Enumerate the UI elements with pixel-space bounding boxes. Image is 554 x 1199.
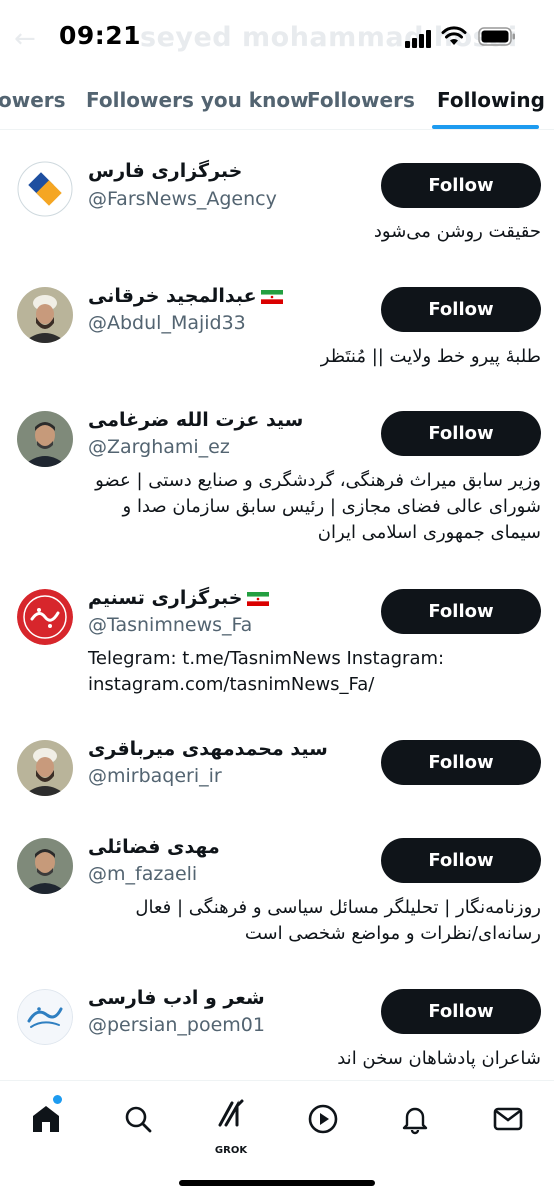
follow-button[interactable]: Follow <box>381 163 541 208</box>
nav-grok[interactable]: GROK <box>211 1099 251 1156</box>
account-handle: @FarsNews_Agency <box>88 188 277 210</box>
follow-button[interactable]: Follow <box>381 411 541 456</box>
account-handle: @Zarghami_ez <box>88 436 230 458</box>
cleric-photo <box>17 287 73 343</box>
account-name: شعر و ادب فارسی <box>88 987 265 1009</box>
account-name: سید محمدمهدی میرباقری <box>88 738 328 760</box>
back-arrow-icon[interactable]: ← <box>14 24 36 54</box>
iran-flag-icon <box>246 591 269 606</box>
wifi-icon <box>441 26 467 45</box>
grok-label: GROK <box>214 1145 248 1156</box>
account-name-wrap: سید محمدمهدی میرباقری <box>88 738 328 760</box>
following-list: خبرگزاری فارس @FarsNews_Agency Follow حقیقت… <box>0 131 554 1080</box>
account-handle: @m_fazaeli <box>88 863 198 885</box>
account-bio: شاعران پادشاهان سخن اند <box>337 1048 541 1069</box>
tab-followers-you-know[interactable]: Followers you know <box>86 88 309 112</box>
avatar[interactable] <box>17 838 73 894</box>
account-bio: Telegram: t.me/TasnimNews Instagram: ins… <box>88 648 445 695</box>
follow-button[interactable]: Follow <box>381 740 541 785</box>
avatar[interactable] <box>17 740 73 796</box>
account-handle: @persian_poem01 <box>88 1014 265 1036</box>
follow-button[interactable]: Follow <box>381 838 541 883</box>
account-bio: وزیر سابق میراث فرهنگی، گردشگری و صنایع … <box>95 470 541 543</box>
home-icon <box>33 1106 59 1132</box>
account-handle: @mirbaqeri_ir <box>88 765 222 787</box>
account-bio: حقیقت روشن می‌شود <box>373 221 541 242</box>
tab-followers[interactable]: Followers <box>307 88 415 112</box>
man-photo <box>17 411 73 467</box>
battery-icon <box>478 27 515 46</box>
follow-button[interactable]: Follow <box>381 989 541 1034</box>
nav-notifications[interactable] <box>395 1099 435 1139</box>
tab-verified-followers[interactable]: owers <box>0 88 66 112</box>
cellular-signal-icon <box>405 30 433 48</box>
avatar[interactable] <box>17 989 73 1045</box>
nav-search[interactable] <box>118 1099 158 1139</box>
nav-video[interactable] <box>303 1099 343 1139</box>
tasnim-logo-icon <box>17 589 73 645</box>
tab-bar: owers Followers you know Followers Follo… <box>0 66 554 130</box>
active-tab-indicator <box>432 125 539 129</box>
tab-following[interactable]: Following <box>437 88 545 112</box>
account-name-wrap: خبرگزاری فارس <box>88 160 242 182</box>
account-name-wrap: خبرگزاری تسنیم <box>88 587 273 609</box>
grok-icon <box>218 1099 244 1127</box>
account-bio: طلبهٔ پیرو خط ولایت || مُنتَظر <box>320 346 541 367</box>
status-time: 09:21 <box>59 21 142 50</box>
account-name: خبرگزاری فارس <box>88 160 243 182</box>
avatar[interactable] <box>17 161 73 217</box>
bell-icon <box>402 1107 428 1135</box>
calligraphy-logo-icon <box>17 989 73 1045</box>
account-name: مهدی فضائلی <box>88 836 220 858</box>
mail-icon <box>493 1107 523 1131</box>
avatar[interactable] <box>17 589 73 645</box>
cleric-photo <box>17 740 73 796</box>
account-handle: @Abdul_Majid33 <box>88 312 246 334</box>
account-name-wrap: سید عزت الله ضرغامی <box>88 409 303 431</box>
notification-dot <box>53 1095 62 1104</box>
nav-messages[interactable] <box>488 1099 528 1139</box>
home-indicator <box>179 1180 375 1186</box>
account-name: خبرگزاری تسنیم <box>88 587 243 609</box>
account-handle: @Tasnimnews_Fa <box>88 614 253 636</box>
iran-flag-icon <box>260 289 283 304</box>
account-bio: روزنامه‌نگار | تحلیلگر مسائل سیاسی و فره… <box>135 897 541 944</box>
account-name-wrap: عبدالمجید خرقانی <box>88 285 287 307</box>
status-bar: ← seyed mohammad hosai 09:21 <box>0 0 554 62</box>
account-name: عبدالمجید خرقانی <box>88 285 257 307</box>
search-icon <box>125 1106 152 1133</box>
avatar[interactable] <box>17 411 73 467</box>
avatar[interactable] <box>17 287 73 343</box>
nav-home[interactable] <box>26 1099 66 1139</box>
play-icon <box>308 1104 338 1134</box>
man-photo <box>17 838 73 894</box>
account-name: سید عزت الله ضرغامی <box>88 409 304 431</box>
follow-button[interactable]: Follow <box>381 287 541 332</box>
account-name-wrap: شعر و ادب فارسی <box>88 987 265 1009</box>
fars-logo-icon <box>17 161 73 217</box>
account-name-wrap: مهدی فضائلی <box>88 836 220 858</box>
follow-button[interactable]: Follow <box>381 589 541 634</box>
